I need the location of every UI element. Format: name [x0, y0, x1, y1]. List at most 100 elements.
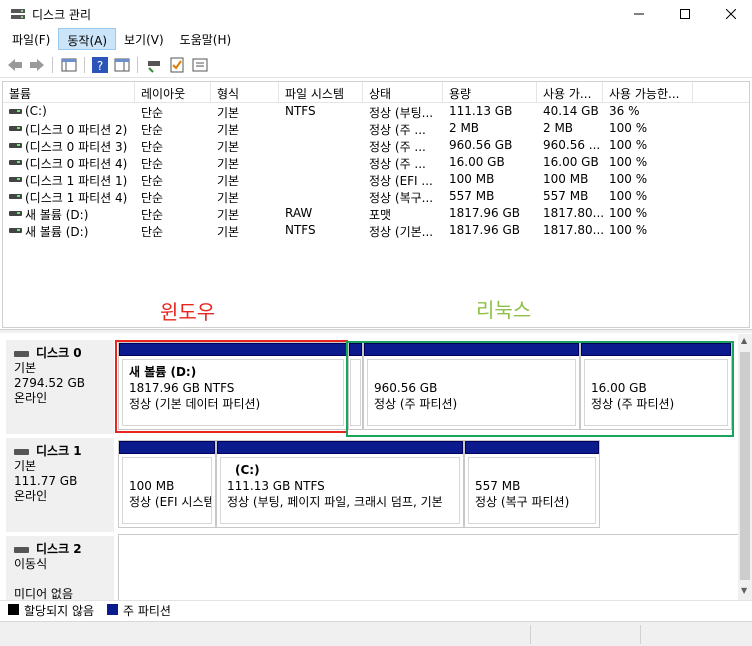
partition-recovery[interactable]: 557 MB 정상 (복구 파티션) [464, 440, 600, 528]
volume-icon [9, 194, 22, 199]
disk-1-label[interactable]: 디스크 1 기본 111.77 GB 온라인 [6, 438, 114, 532]
table-cell: 단순 [141, 191, 164, 205]
table-cell: NTFS [285, 223, 316, 237]
column-header-status[interactable]: 상태 [363, 82, 443, 102]
partition-size: 111.13 GB NTFS [227, 479, 325, 493]
volume-icon [9, 211, 22, 216]
menu-view[interactable]: 보기(V) [116, 28, 172, 50]
scroll-thumb[interactable] [740, 352, 750, 580]
table-cell: 16.00 GB [543, 155, 599, 169]
column-header-free-space[interactable]: 사용 가... [537, 82, 603, 102]
table-cell: 40.14 GB [543, 104, 599, 118]
table-cell: 100 % [609, 121, 648, 135]
table-cell: 111.13 GB [449, 104, 513, 118]
maximize-button[interactable] [662, 0, 708, 28]
disk-icon [14, 350, 29, 357]
table-row[interactable]: 새 볼륨 (D:) 단순 기본 NTFS 정상 (기본... 1817.96 GB 1817… [3, 222, 749, 239]
table-cell: 100 MB [543, 172, 589, 186]
column-header-layout[interactable]: 레이아웃 [135, 82, 211, 102]
column-header-filesystem[interactable]: 파일 시스템 [279, 82, 363, 102]
menu-file[interactable]: 파일(F) [4, 28, 58, 50]
windows-highlight-box [115, 340, 348, 433]
properties-pane-icon[interactable] [113, 56, 131, 74]
disk-status: 온라인 [14, 489, 48, 503]
status-segment [530, 625, 531, 644]
table-cell: 기본 [217, 208, 240, 222]
table-cell: 1817.80... [543, 206, 605, 220]
settings-list-icon[interactable] [191, 56, 209, 74]
status-segment [640, 625, 641, 644]
menu-help[interactable]: 도움말(H) [172, 28, 240, 50]
table-row[interactable]: (디스크 1 파티션 4) 단순 기본 정상 (복구... 557 MB 557 MB 10… [3, 188, 749, 205]
partition-c-drive[interactable]: (C:) 111.13 GB NTFS 정상 (부팅, 페이지 파일, 크래시 … [216, 440, 464, 528]
disk-2-label[interactable]: 디스크 2 이동식 미디어 없음 [6, 536, 114, 600]
linux-highlight-box [346, 341, 734, 437]
table-cell: 정상 (EFI ... [369, 174, 433, 188]
console-tree-icon[interactable] [60, 56, 78, 74]
column-header-type[interactable]: 형식 [211, 82, 279, 102]
partition-size: 557 MB [475, 479, 521, 493]
partition-efi[interactable]: 100 MB 정상 (EFI 시스템 [118, 440, 216, 528]
help-icon[interactable]: ? [91, 56, 109, 74]
table-cell: 100 % [609, 206, 648, 220]
table-cell: 2 MB [543, 121, 574, 135]
volume-icon [9, 143, 22, 148]
column-header-volume[interactable]: 볼륨 [3, 82, 135, 102]
partition-name [475, 462, 591, 478]
table-cell: 단순 [141, 106, 164, 120]
table-cell: 단순 [141, 225, 164, 239]
table-cell: 기본 [217, 123, 240, 137]
back-arrow-icon[interactable] [6, 56, 24, 74]
partition-status: 정상 (부팅, 페이지 파일, 크래시 덤프, 기본 [227, 495, 443, 509]
table-cell: 기본 [217, 106, 240, 120]
svg-text:?: ? [97, 59, 103, 73]
menu-action[interactable]: 동작(A) [58, 28, 117, 50]
column-header-capacity[interactable]: 용량 [443, 82, 537, 102]
table-cell: 정상 (주 ... [369, 123, 426, 137]
disk-name: 디스크 2 [36, 542, 82, 556]
partition-name [129, 462, 207, 478]
table-cell: 새 볼륨 (D:) [25, 225, 89, 239]
table-row[interactable]: (C:) 단순 기본 NTFS 정상 (부팅... 111.13 GB 40.14 GB 36… [3, 103, 749, 120]
legend-unallocated: 할당되지 않음 [24, 604, 95, 618]
volume-list[interactable]: 볼륨 레이아웃 형식 파일 시스템 상태 용량 사용 가... 사용 가능한..… [2, 81, 750, 328]
table-row[interactable]: (디스크 0 파티션 2) 단순 기본 정상 (주 ... 2 MB 2 MB 100 % [3, 120, 749, 137]
table-cell: 960.56 GB [449, 138, 513, 152]
unallocated-swatch [8, 604, 19, 615]
connect-disk-icon[interactable] [145, 56, 163, 74]
table-row[interactable]: (디스크 1 파티션 1) 단순 기본 정상 (EFI ... 100 MB 100 MB… [3, 171, 749, 188]
table-cell: (C:) [25, 104, 47, 118]
table-cell: (디스크 1 파티션 1) [25, 174, 128, 188]
scroll-down-icon[interactable]: ▼ [741, 586, 747, 595]
table-cell: 기본 [217, 157, 240, 171]
disk-size: 2794.52 GB [14, 376, 85, 390]
table-cell: 100 MB [449, 172, 495, 186]
table-row[interactable]: 새 볼륨 (D:) 단순 기본 RAW 포맷 1817.96 GB 1817.80... 10… [3, 205, 749, 222]
minimize-button[interactable] [616, 0, 662, 28]
table-row[interactable]: (디스크 0 파티션 4) 단순 기본 정상 (주 ... 16.00 GB 16.00 … [3, 154, 749, 171]
volume-icon [9, 126, 22, 131]
column-header-percent-free[interactable]: 사용 가능한... [603, 82, 693, 102]
disk-name: 디스크 0 [36, 346, 82, 360]
toolbar-separator [84, 57, 85, 73]
table-cell: 기본 [217, 174, 240, 188]
table-cell: 단순 [141, 140, 164, 154]
scroll-up-icon[interactable]: ▲ [741, 336, 747, 345]
checklist-icon[interactable] [168, 56, 186, 74]
table-cell: 100 % [609, 189, 648, 203]
table-cell: 정상 (기본... [369, 225, 434, 239]
pane-splitter[interactable] [0, 329, 752, 333]
table-cell: 단순 [141, 208, 164, 222]
forward-arrow-icon[interactable] [28, 56, 46, 74]
vertical-scrollbar[interactable]: ▲ ▼ [738, 334, 752, 600]
disk-type: 이동식 [14, 557, 48, 571]
toolbar-separator [137, 57, 138, 73]
linux-annotation: 리눅스 [476, 298, 532, 322]
table-cell: 100 % [609, 155, 648, 169]
volume-icon [9, 109, 22, 114]
close-button[interactable] [708, 0, 752, 28]
table-cell: 100 % [609, 223, 648, 237]
table-row[interactable]: (디스크 0 파티션 3) 단순 기본 정상 (주 ... 960.56 GB 960.5… [3, 137, 749, 154]
table-cell: (디스크 0 파티션 4) [25, 157, 128, 171]
disk-0-label[interactable]: 디스크 0 기본 2794.52 GB 온라인 [6, 340, 114, 434]
